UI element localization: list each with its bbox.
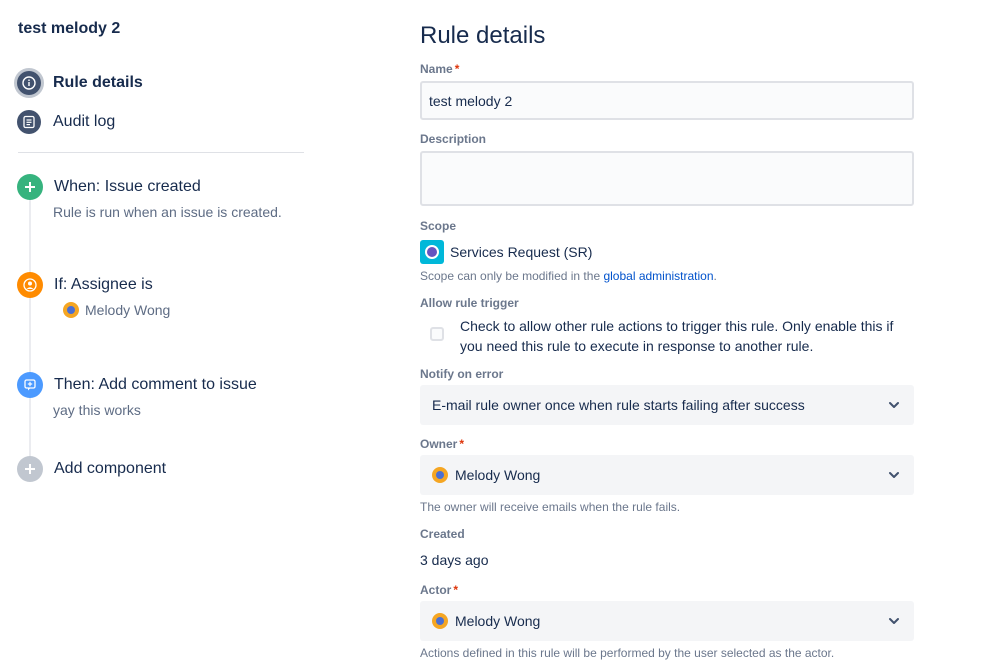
- user-icon: [17, 272, 43, 298]
- comment-icon: [17, 372, 43, 398]
- allow-trigger-text: Check to allow other rule actions to tri…: [460, 318, 894, 354]
- chevron-down-icon: [886, 467, 902, 483]
- chevron-down-icon: [886, 613, 902, 629]
- avatar: [432, 467, 448, 483]
- owner-label: Owner *: [420, 437, 465, 451]
- info-icon: [17, 71, 41, 95]
- owner-helper-text: The owner will receive emails when the r…: [420, 500, 681, 514]
- assignee-name: Melody Wong: [85, 302, 171, 318]
- allow-trigger-label: Allow rule trigger: [420, 296, 519, 310]
- created-value: 3 days ago: [420, 552, 489, 568]
- actor-select[interactable]: Melody Wong: [420, 601, 914, 641]
- component-condition-description: Melody Wong: [63, 302, 170, 318]
- owner-select[interactable]: Melody Wong: [420, 455, 914, 495]
- component-trigger-description: Rule is run when an issue is created.: [53, 204, 282, 220]
- add-component-label: Add component: [54, 460, 167, 477]
- scope-value: Services Request (SR): [420, 240, 592, 264]
- description-label: Description: [420, 132, 487, 146]
- notify-select[interactable]: E-mail rule owner once when rule starts …: [420, 385, 914, 425]
- component-trigger-title: When: Issue created: [54, 178, 201, 195]
- scope-project-name: Services Request (SR): [450, 244, 593, 260]
- avatar: [432, 613, 448, 629]
- plus-icon: [17, 174, 43, 200]
- created-label: Created: [420, 527, 465, 541]
- component-trigger[interactable]: When: Issue created Rule is run when an …: [17, 174, 282, 220]
- component-action[interactable]: Then: Add comment to issue yay this work…: [17, 372, 257, 418]
- component-action-description: yay this works: [53, 402, 141, 418]
- actor-select-value: Melody Wong: [432, 613, 886, 629]
- notify-label: Notify on error: [420, 367, 504, 381]
- sidebar-divider: [18, 152, 304, 153]
- scope-helper-text: Scope can only be modified in the global…: [420, 269, 717, 283]
- timeline-connector: [29, 195, 31, 465]
- component-condition[interactable]: If: Assignee is Melody Wong: [17, 272, 170, 318]
- owner-select-value: Melody Wong: [432, 467, 886, 483]
- name-input[interactable]: [420, 81, 914, 120]
- avatar: [63, 302, 79, 318]
- page-title: Rule details: [420, 22, 546, 49]
- plus-icon: [17, 456, 43, 482]
- component-action-title: Then: Add comment to issue: [54, 376, 257, 393]
- list-icon: [17, 110, 41, 134]
- notify-select-value: E-mail rule owner once when rule starts …: [432, 397, 805, 413]
- nav-rule-details[interactable]: Rule details: [17, 71, 143, 95]
- rule-name-heading: test melody 2: [18, 20, 121, 37]
- chevron-down-icon: [886, 397, 902, 413]
- actor-label: Actor *: [420, 583, 459, 597]
- description-textarea[interactable]: [420, 151, 914, 206]
- name-label: Name *: [420, 62, 460, 76]
- nav-audit-log[interactable]: Audit log: [17, 110, 115, 134]
- project-icon: [420, 240, 444, 264]
- allow-trigger-checkbox[interactable]: [430, 327, 444, 341]
- nav-rule-details-label: Rule details: [53, 74, 143, 91]
- rule-details-panel: Rule details Name* Description Scope Ser…: [420, 0, 980, 670]
- rule-sidebar: test melody 2 Rule details Audit log Whe…: [0, 0, 320, 670]
- component-condition-title: If: Assignee is: [54, 276, 153, 293]
- actor-helper-text: Actions defined in this rule will be per…: [420, 646, 835, 660]
- add-component-button[interactable]: Add component: [17, 456, 166, 482]
- allow-trigger-row: Check to allow other rule actions to tri…: [420, 316, 914, 356]
- global-administration-link[interactable]: global administration: [603, 269, 713, 283]
- nav-audit-log-label: Audit log: [53, 113, 116, 130]
- scope-label: Scope: [420, 219, 457, 233]
